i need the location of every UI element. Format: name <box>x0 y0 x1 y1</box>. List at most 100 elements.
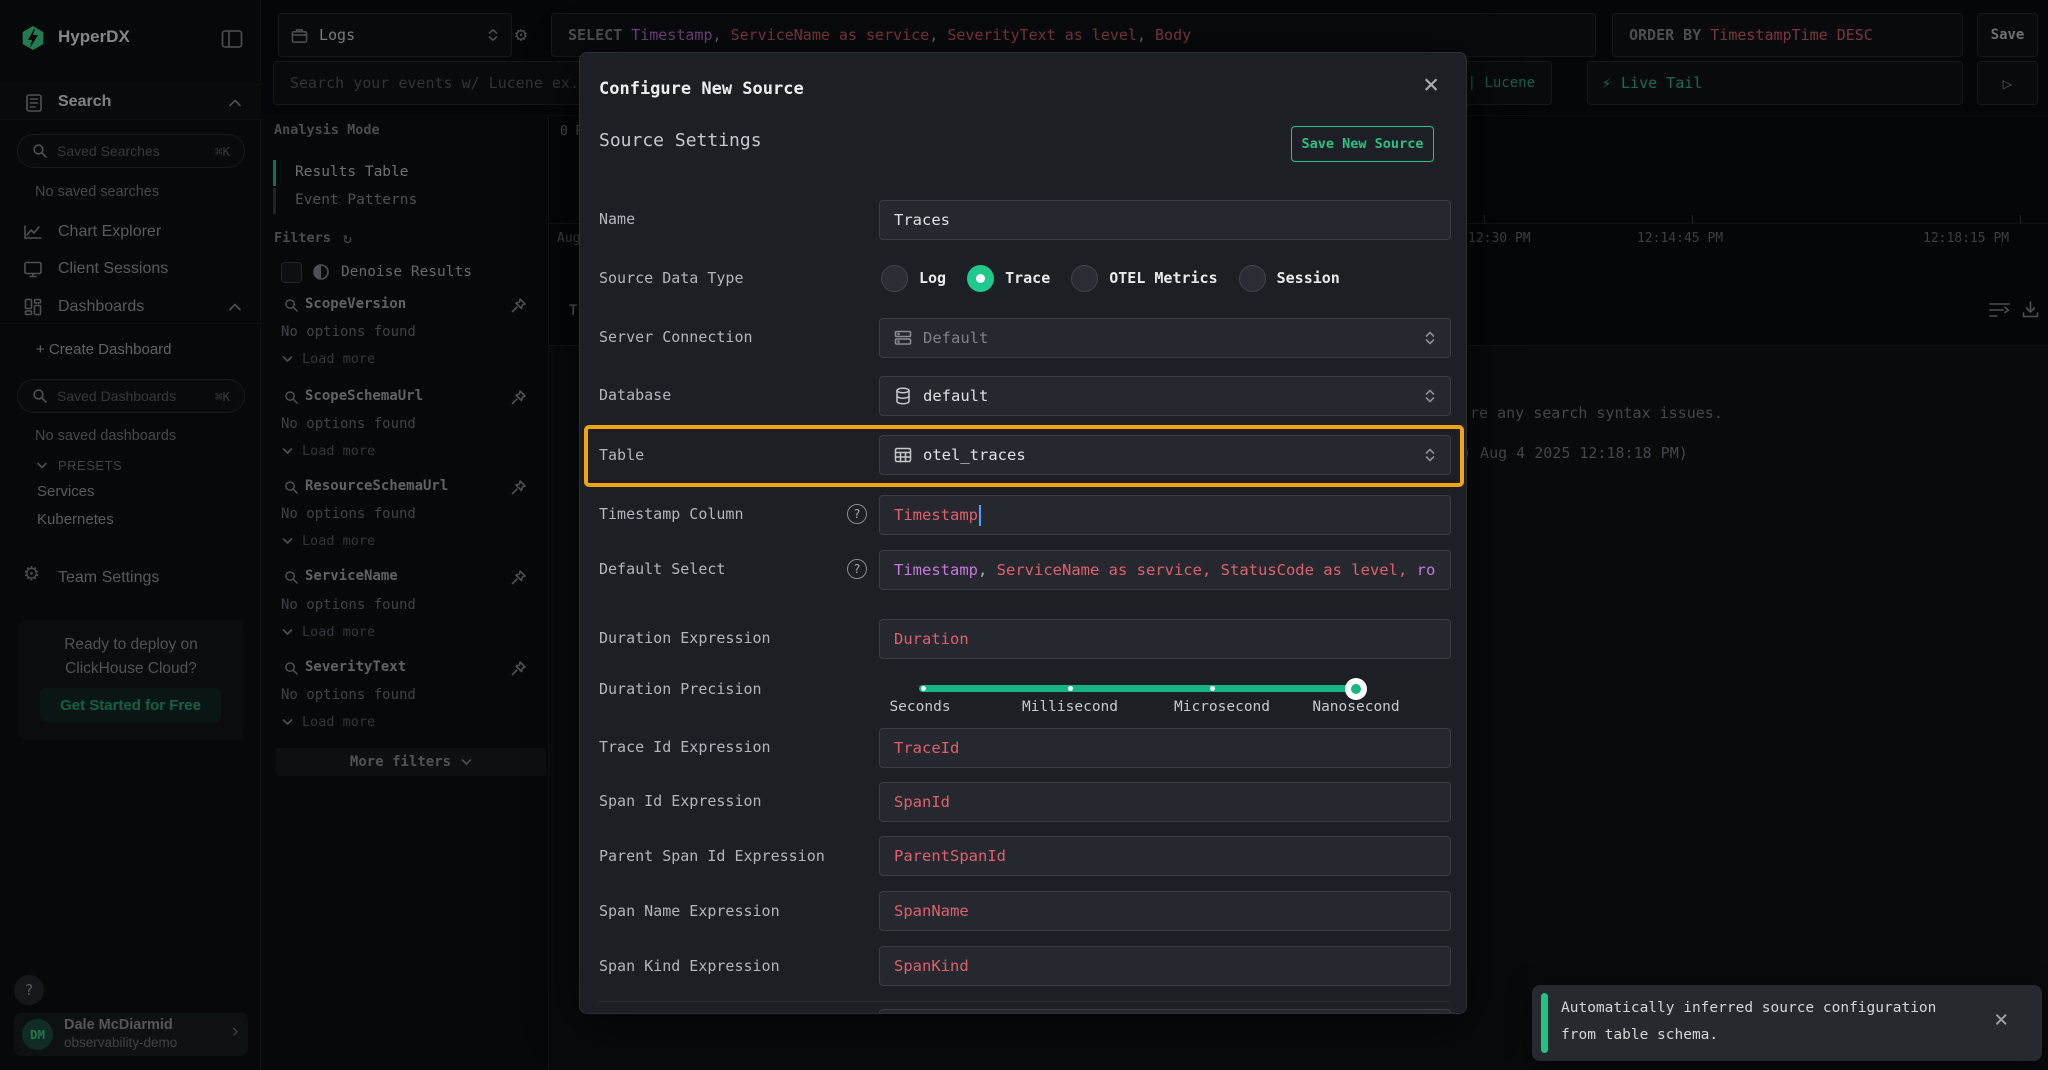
save-new-source-button[interactable]: Save New Source <box>1291 126 1434 162</box>
database-select[interactable]: default <box>879 376 1451 416</box>
run-query-button[interactable]: ▷ <box>1977 61 2038 105</box>
close-icon[interactable]: × <box>1994 1007 2008 1031</box>
sidebar-item-search[interactable]: Search <box>0 84 261 120</box>
field-label-default-select: Default Select <box>599 559 725 579</box>
default-select-input[interactable]: Timestamp, ServiceName as service, Statu… <box>879 550 1451 590</box>
pin-icon[interactable] <box>510 297 527 314</box>
duration-expression-input[interactable]: Duration <box>879 619 1451 659</box>
radio-option-session[interactable]: Session <box>1239 265 1340 292</box>
trace-id-input[interactable]: TraceId <box>879 728 1451 768</box>
sidebar-item-chart-explorer[interactable]: Chart Explorer <box>0 219 261 245</box>
sidebar-item-label: Team Settings <box>58 569 159 587</box>
pin-icon[interactable] <box>510 569 527 586</box>
gear-icon[interactable]: ⚙ <box>515 22 527 46</box>
wrap-lines-icon[interactable] <box>1988 300 2012 320</box>
slider-label-nanosecond[interactable]: Nanosecond <box>1312 699 1399 715</box>
name-input[interactable]: Traces <box>879 200 1451 240</box>
facet-name[interactable]: SeverityText <box>305 659 406 675</box>
parent-span-id-input[interactable]: ParentSpanId <box>879 836 1451 876</box>
radio-label: Trace <box>1005 269 1050 287</box>
axis-label: 12:18:15 PM <box>1923 231 2009 246</box>
next-field-input-partial[interactable] <box>879 1009 1451 1014</box>
slider-handle-dot <box>1351 684 1361 694</box>
order-by-input[interactable]: ORDER BY TimestampTime DESC <box>1612 13 1963 57</box>
denoise-row[interactable]: Denoise Results <box>281 261 472 283</box>
load-more-label: Load more <box>302 351 375 367</box>
denoise-checkbox[interactable] <box>281 262 302 283</box>
modal-section-divider <box>599 1001 1449 1002</box>
refresh-icon[interactable]: ↻ <box>343 229 352 247</box>
hyperdx-app: HyperDX Search Saved Searches ⌘K No save… <box>0 0 2048 1070</box>
presets-toggle[interactable]: PRESETS <box>36 456 122 474</box>
filters-header: Filters ↻ <box>274 228 352 248</box>
span-name-input[interactable]: SpanName <box>879 891 1451 931</box>
get-started-button[interactable]: Get Started for Free <box>40 688 221 722</box>
close-icon[interactable]: × <box>1423 71 1439 98</box>
query-segment: ServiceName as service <box>997 561 1202 579</box>
mode-results-table[interactable]: Results Table <box>295 164 409 180</box>
sidebar-divider <box>0 323 261 324</box>
facet-name[interactable]: ServiceName <box>305 568 398 584</box>
pin-icon[interactable] <box>510 479 527 496</box>
pin-icon[interactable] <box>510 389 527 406</box>
facet-load-more[interactable]: Load more <box>282 533 375 549</box>
saved-dashboards-input[interactable]: Saved Dashboards ⌘K <box>17 379 245 413</box>
create-dashboard-button[interactable]: + Create Dashboard <box>36 341 172 358</box>
span-id-input[interactable]: SpanId <box>879 782 1451 822</box>
slider-label-millisecond[interactable]: Millisecond <box>1022 699 1118 715</box>
slider-tick <box>1068 686 1073 691</box>
radio-option-log[interactable]: Log <box>881 265 946 292</box>
chevron-right-icon: › <box>232 1021 238 1043</box>
saved-dashboards-placeholder: Saved Dashboards <box>57 388 215 404</box>
facet-load-more[interactable]: Load more <box>282 624 375 640</box>
collapse-sidebar-icon[interactable] <box>221 29 243 53</box>
facet-name[interactable]: ScopeVersion <box>305 296 406 312</box>
more-filters-button[interactable]: More filters <box>276 748 546 776</box>
sidebar: HyperDX Search Saved Searches ⌘K No save… <box>0 0 261 1070</box>
modal-title: Configure New Source <box>599 79 804 99</box>
help-button[interactable]: ? <box>14 975 44 1005</box>
name-value: Traces <box>894 211 950 229</box>
timestamp-column-input[interactable]: Timestamp <box>879 495 1451 535</box>
saved-searches-input[interactable]: Saved Searches ⌘K <box>17 134 245 168</box>
user-menu[interactable]: DM Dale McDiarmid observability-demo › <box>14 1013 248 1056</box>
select-query-input[interactable]: SELECT Timestamp, ServiceName as service… <box>551 13 1596 57</box>
search-icon <box>284 570 299 585</box>
server-connection-select[interactable]: Default <box>879 318 1451 358</box>
facet-name[interactable]: ResourceSchemaUrl <box>305 478 448 494</box>
source-type-radio-group: Log Trace OTEL Metrics Session <box>881 263 1340 293</box>
help-circle-icon[interactable]: ? <box>847 504 867 524</box>
sidebar-item-kubernetes[interactable]: Kubernetes <box>37 511 114 528</box>
database-icon <box>894 387 912 405</box>
live-tail-button[interactable]: ⚡ Live Tail <box>1587 61 1963 105</box>
span-kind-input[interactable]: SpanKind <box>879 946 1451 986</box>
table-select[interactable]: otel_traces <box>879 435 1451 475</box>
slider-label-seconds[interactable]: Seconds <box>889 699 950 715</box>
facet-load-more[interactable]: Load more <box>282 714 375 730</box>
source-select[interactable]: Logs <box>278 13 512 57</box>
facet-empty-text: No options found <box>281 416 416 432</box>
help-circle-icon[interactable]: ? <box>847 559 867 579</box>
facet-load-more[interactable]: Load more <box>282 443 375 459</box>
radio-option-trace[interactable]: Trace <box>967 265 1050 292</box>
radio-icon <box>881 265 908 292</box>
sidebar-item-team-settings[interactable]: ⚙ Team Settings <box>0 565 261 591</box>
mode-event-patterns[interactable]: Event Patterns <box>295 192 417 208</box>
radio-option-otel-metrics[interactable]: OTEL Metrics <box>1071 265 1217 292</box>
lucene-badge[interactable]: | Lucene <box>1468 75 1535 91</box>
slider-label-microsecond[interactable]: Microsecond <box>1174 699 1270 715</box>
analysis-mode-header: Analysis Mode <box>274 122 380 138</box>
clickhouse-promo-card: Ready to deploy on ClickHouse Cloud? Get… <box>18 620 244 740</box>
sidebar-item-dashboards[interactable]: Dashboards <box>0 294 261 320</box>
slider-handle[interactable] <box>1345 678 1367 700</box>
sidebar-item-client-sessions[interactable]: Client Sessions <box>0 256 261 282</box>
pin-icon[interactable] <box>510 660 527 677</box>
download-icon[interactable] <box>2021 300 2040 319</box>
facet-name[interactable]: ScopeSchemaUrl <box>305 388 423 404</box>
facet-load-more[interactable]: Load more <box>282 351 375 367</box>
sidebar-item-services[interactable]: Services <box>37 483 95 500</box>
save-button[interactable]: Save <box>1977 13 2038 57</box>
search-icon <box>32 143 48 159</box>
duration-precision-slider[interactable] <box>919 678 1357 700</box>
radio-label: Session <box>1277 269 1340 287</box>
